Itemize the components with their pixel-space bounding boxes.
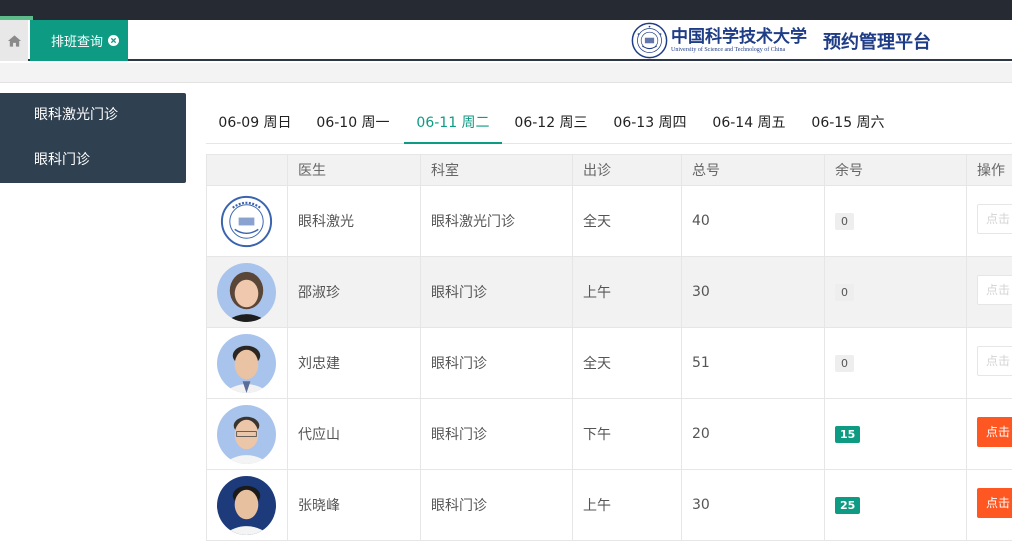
action-cell: 点击 [967, 470, 1012, 541]
platform-title: 预约管理平台 [823, 28, 931, 54]
day-tab[interactable]: 06-10 周一 [304, 104, 402, 144]
day-tabs: 06-09 周日 06-10 周一 06-11 周二 06-12 周三 06-1… [206, 104, 1012, 144]
table-row: 刘忠建 眼科门诊 全天 51 0 点击 [207, 328, 1012, 399]
total: 20 [682, 399, 825, 470]
day-tab[interactable]: 06-14 周五 [700, 104, 798, 144]
avatar-doctor-photo [217, 476, 276, 535]
avatar-university-seal [217, 192, 276, 251]
brand-name-cn: 中国科学技术大学 [671, 28, 807, 46]
day-tab[interactable]: 06-13 周四 [601, 104, 699, 144]
session: 上午 [573, 470, 682, 541]
table-row: 邵淑珍 眼科门诊 上午 30 0 点击 [207, 257, 1012, 328]
table-row: 张晓峰 眼科门诊 上午 30 25 点击 [207, 470, 1012, 541]
col-total: 总号 [682, 155, 825, 186]
sidebar: 眼科激光门诊 眼科门诊 [0, 93, 186, 183]
avatar-cell [207, 186, 288, 257]
remaining-badge: 25 [835, 497, 860, 514]
doctor-name: 邵淑珍 [288, 257, 421, 328]
table-header-row: 医生 科室 出诊 总号 余号 操作 [207, 155, 1012, 186]
table-row: 代应山 眼科门诊 下午 20 15 点击 [207, 399, 1012, 470]
dept: 眼科门诊 [421, 470, 573, 541]
session: 下午 [573, 399, 682, 470]
avatar-doctor-photo [217, 405, 276, 464]
col-dept: 科室 [421, 155, 573, 186]
close-icon[interactable] [108, 35, 119, 46]
header: 排班查询 中国科学技术大学 University of Science and … [0, 20, 1012, 61]
brand-text: 中国科学技术大学 University of Science and Techn… [671, 28, 807, 54]
tab-label: 排班查询 [51, 31, 103, 50]
session: 全天 [573, 186, 682, 257]
sidebar-item-laser-clinic[interactable]: 眼科激光门诊 [0, 93, 186, 138]
total: 51 [682, 328, 825, 399]
day-tab-active[interactable]: 06-11 周二 [404, 104, 502, 144]
remaining-badge: 0 [835, 355, 854, 372]
table-row: 眼科激光 眼科激光门诊 全天 40 0 点击 [207, 186, 1012, 257]
brand-name-en: University of Science and Technology of … [671, 46, 785, 54]
total: 30 [682, 257, 825, 328]
remaining-badge: 15 [835, 426, 860, 443]
session: 上午 [573, 257, 682, 328]
book-button[interactable]: 点击 [977, 488, 1012, 518]
doctor-name: 张晓峰 [288, 470, 421, 541]
dept: 眼科激光门诊 [421, 186, 573, 257]
avatar-doctor-photo [217, 334, 276, 393]
remaining-cell: 0 [825, 328, 967, 399]
book-button[interactable]: 点击 [977, 417, 1012, 447]
university-seal-logo [631, 22, 668, 59]
session: 全天 [573, 328, 682, 399]
col-avatar [207, 155, 288, 186]
brand: 中国科学技术大学 University of Science and Techn… [631, 20, 931, 61]
book-button[interactable]: 点击 [977, 204, 1012, 234]
remaining-cell: 0 [825, 257, 967, 328]
toolbar-band [0, 63, 1012, 83]
avatar-cell [207, 470, 288, 541]
avatar-cell [207, 257, 288, 328]
home-icon [7, 34, 22, 48]
col-remaining: 余号 [825, 155, 967, 186]
dept: 眼科门诊 [421, 399, 573, 470]
avatar-doctor-photo [217, 263, 276, 322]
schedule-table: 医生 科室 出诊 总号 余号 操作 眼科激光 眼科激光门诊 全天 [206, 154, 1012, 541]
tab-schedule-query[interactable]: 排班查询 [30, 20, 128, 61]
avatar-cell [207, 399, 288, 470]
doctor-name: 眼科激光 [288, 186, 421, 257]
remaining-cell: 15 [825, 399, 967, 470]
avatar-cell [207, 328, 288, 399]
dept: 眼科门诊 [421, 257, 573, 328]
col-action: 操作 [967, 155, 1012, 186]
total: 30 [682, 470, 825, 541]
day-tab[interactable]: 06-12 周三 [502, 104, 600, 144]
dept: 眼科门诊 [421, 328, 573, 399]
day-tab[interactable]: 06-15 周六 [799, 104, 897, 144]
remaining-cell: 25 [825, 470, 967, 541]
action-cell: 点击 [967, 257, 1012, 328]
total: 40 [682, 186, 825, 257]
doctor-name: 代应山 [288, 399, 421, 470]
doctor-name: 刘忠建 [288, 328, 421, 399]
action-cell: 点击 [967, 328, 1012, 399]
col-session: 出诊 [573, 155, 682, 186]
book-button[interactable]: 点击 [977, 346, 1012, 376]
day-tab[interactable]: 06-09 周日 [206, 104, 304, 144]
sidebar-item-eye-clinic[interactable]: 眼科门诊 [0, 138, 186, 183]
book-button[interactable]: 点击 [977, 275, 1012, 305]
top-bar [0, 0, 1012, 20]
remaining-badge: 0 [835, 284, 854, 301]
col-doctor: 医生 [288, 155, 421, 186]
action-cell: 点击 [967, 186, 1012, 257]
action-cell: 点击 [967, 399, 1012, 470]
remaining-badge: 0 [835, 213, 854, 230]
remaining-cell: 0 [825, 186, 967, 257]
home-button[interactable] [0, 20, 28, 61]
